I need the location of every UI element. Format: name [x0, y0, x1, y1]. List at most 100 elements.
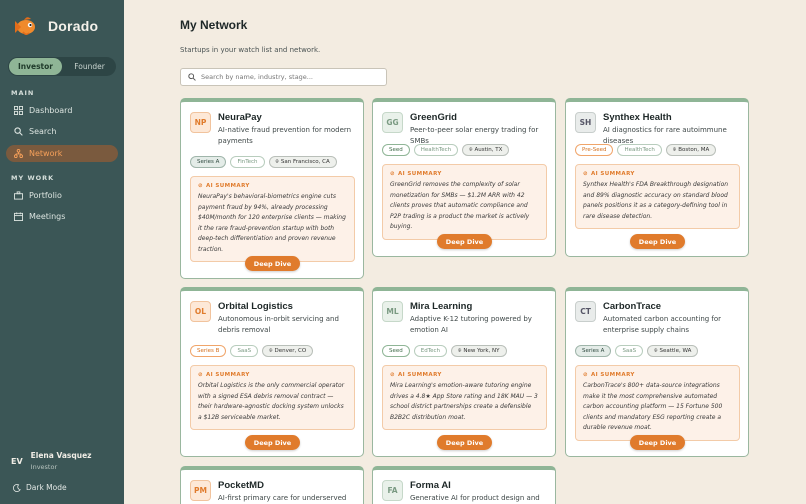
ai-summary-text: Mira Learning's emotion-aware tutoring e… [390, 382, 538, 421]
sidebar-item-label: Dashboard [29, 106, 73, 115]
ai-summary-label: AI SUMMARY [206, 183, 250, 189]
ai-link-icon: ⊘ [390, 171, 396, 177]
user-profile[interactable]: EV Elena Vasquez Investor [11, 451, 92, 471]
company-name[interactable]: Mira Learning [410, 301, 546, 312]
company-name[interactable]: CarbonTrace [603, 301, 739, 312]
company-name[interactable]: Forma AI [410, 480, 540, 491]
company-initials: PM [190, 480, 211, 501]
startup-card: CT CarbonTrace Automated carbon accountin… [565, 287, 749, 457]
company-name[interactable]: Orbital Logistics [218, 301, 354, 312]
company-initials: CT [575, 301, 596, 322]
search-icon [188, 73, 196, 81]
location-badge: ⌾ Seattle, WA [647, 345, 699, 357]
page-title: My Network [180, 18, 248, 32]
ai-summary-text: GreenGrid removes the complexity of sola… [390, 181, 530, 230]
industry-badge: FinTech [230, 156, 265, 168]
stage-badge: Seed [382, 144, 410, 156]
stage-badge: Seed [382, 345, 410, 357]
sidebar-item-search[interactable]: Search [6, 123, 118, 140]
location-pin-icon: ⌾ [672, 146, 677, 153]
location-badge: ⌾ Boston, MA [665, 144, 717, 156]
grid-icon [14, 106, 23, 115]
location-text: New York, NY [463, 348, 500, 354]
company-description: AI-first primary care for underserved [218, 494, 347, 502]
company-description: AI-native fraud prevention for modern pa… [218, 126, 352, 145]
location-badge: ⌾ New York, NY [451, 345, 507, 357]
ai-summary-label: AI SUMMARY [398, 372, 442, 378]
company-initials: FA [382, 480, 403, 501]
ai-summary-box: ⊘ AI SUMMARY CarbonTrace's 800+ data-sour… [575, 365, 740, 441]
sidebar-item-label: Search [29, 127, 57, 136]
sidebar-item-dashboard[interactable]: Dashboard [6, 102, 118, 119]
ai-summary-box: ⊘ AI SUMMARY Orbital Logistics is the onl… [190, 365, 355, 430]
deep-dive-button[interactable]: Deep Dive [630, 234, 685, 249]
deep-dive-button[interactable]: Deep Dive [245, 256, 300, 271]
stage-badge: Series A [575, 345, 612, 357]
location-pin-icon: ⌾ [275, 158, 279, 165]
company-name[interactable]: PocketMD [218, 480, 346, 491]
briefcase-icon [14, 191, 23, 200]
sidebar-item-portfolio[interactable]: Portfolio [6, 187, 118, 204]
ai-summary-text: CarbonTrace's 800+ data-source integrati… [583, 382, 723, 431]
company-description: Generative AI for product design and [410, 494, 540, 502]
location-badge: ⌾ San Francisco, CA [268, 156, 337, 168]
sidebar-item-network[interactable]: Network [6, 145, 118, 162]
role-toggle[interactable]: Investor Founder [8, 57, 116, 76]
ai-link-icon: ⊘ [583, 372, 589, 378]
location-badge: ⌾ Denver, CO [262, 345, 314, 357]
ai-summary-label: AI SUMMARY [591, 171, 635, 177]
company-initials: OL [190, 301, 211, 322]
ai-summary-box: ⊘ AI SUMMARY GreenGrid removes the comple… [382, 164, 547, 240]
industry-badge: HealthTech [413, 144, 459, 156]
section-main-label: MAIN [11, 89, 35, 97]
company-name[interactable]: GreenGrid [410, 112, 546, 123]
startup-card: NP NeuraPay AI-native fraud prevention fo… [180, 98, 364, 279]
toggle-founder[interactable]: Founder [63, 57, 116, 76]
ai-summary-label: AI SUMMARY [206, 372, 250, 378]
deep-dive-button[interactable]: Deep Dive [245, 435, 300, 450]
location-pin-icon: ⌾ [458, 347, 462, 354]
industry-badge: SaaS [615, 345, 644, 357]
avatar: EV [11, 456, 23, 466]
search-icon [14, 127, 23, 136]
user-name: Elena Vasquez [30, 451, 92, 460]
startup-card: PM PocketMD AI-first primary care for und… [180, 466, 364, 504]
page-subtitle: Startups in your watch list and network. [180, 46, 321, 54]
company-description: Autonomous in-orbit servicing and debris… [218, 315, 339, 334]
main-content: My Network Startups in your watch list a… [124, 0, 806, 504]
industry-badge: EdTech [413, 345, 448, 357]
toggle-investor[interactable]: Investor [9, 58, 62, 75]
deep-dive-button[interactable]: Deep Dive [437, 234, 492, 249]
ai-link-icon: ⊘ [390, 372, 396, 378]
app-logo[interactable]: Dorado [12, 12, 98, 40]
location-pin-icon: ⌾ [269, 347, 273, 354]
sidebar-item-label: Portfolio [29, 191, 62, 200]
deep-dive-button[interactable]: Deep Dive [437, 435, 492, 450]
moon-icon [13, 483, 21, 492]
sidebar-item-meetings[interactable]: Meetings [6, 208, 118, 225]
network-icon [14, 149, 23, 158]
dark-mode-toggle[interactable]: Dark Mode [13, 483, 67, 492]
section-mywork-label: MY WORK [11, 174, 55, 182]
location-badge: ⌾ Austin, TX [462, 144, 510, 156]
ai-summary-text: Orbital Logistics is the only commercial… [198, 382, 345, 421]
stage-badge: Series A [190, 156, 227, 168]
deep-dive-button[interactable]: Deep Dive [630, 435, 685, 450]
search-input[interactable] [201, 73, 381, 81]
sidebar-item-label: Network [29, 149, 63, 158]
industry-badge: HealthTech [617, 144, 662, 156]
location-text: Boston, MA [678, 147, 710, 153]
industry-badge: SaaS [230, 345, 259, 357]
calendar-icon [14, 212, 23, 221]
startup-card: SH Synthex Health AI diagnostics for rare… [565, 98, 749, 257]
startup-card: GG GreenGrid Peer-to-peer solar energy tr… [372, 98, 556, 257]
ai-summary-text: NeuraPay's behavioral-biometrics engine … [198, 193, 346, 253]
location-text: Seattle, WA [659, 348, 692, 354]
search-bar[interactable] [180, 68, 387, 86]
company-initials: NP [190, 112, 211, 133]
company-name[interactable]: NeuraPay [218, 112, 354, 123]
ai-link-icon: ⊘ [583, 171, 589, 177]
ai-summary-label: AI SUMMARY [591, 372, 635, 378]
company-name[interactable]: Synthex Health [603, 112, 739, 123]
location-text: Denver, CO [274, 348, 307, 354]
